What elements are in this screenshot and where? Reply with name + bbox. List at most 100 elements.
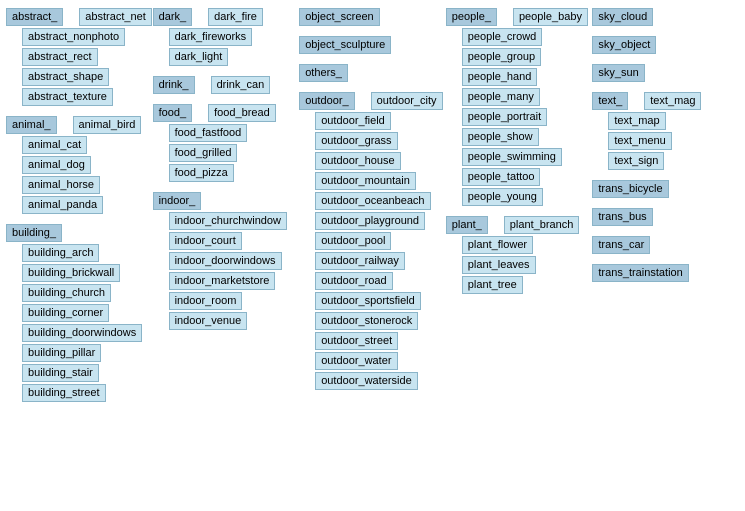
column-col3: object_screen object_sculpture others_outd… xyxy=(299,8,446,410)
parent-item-abstract_[interactable]: abstract_ xyxy=(6,8,63,26)
child-item-animal_dog[interactable]: animal_dog xyxy=(22,156,91,174)
child-item-people_tattoo[interactable]: people_tattoo xyxy=(462,168,541,186)
child-item-text_sign[interactable]: text_sign xyxy=(608,152,664,170)
child-item-dark_fire[interactable]: dark_fire xyxy=(208,8,263,26)
child-item-people_crowd[interactable]: people_crowd xyxy=(462,28,543,46)
group-sky_sun: sky_sun xyxy=(592,64,739,84)
child-item-food_bread[interactable]: food_bread xyxy=(208,104,276,122)
child-item-people_young[interactable]: people_young xyxy=(462,188,543,206)
child-item-plant_leaves[interactable]: plant_leaves xyxy=(462,256,536,274)
parent-item-food_[interactable]: food_ xyxy=(153,104,193,122)
child-item-outdoor_railway[interactable]: outdoor_railway xyxy=(315,252,405,270)
child-item-outdoor_road[interactable]: outdoor_road xyxy=(315,272,392,290)
parent-item-object_sculpture[interactable]: object_sculpture xyxy=(299,36,391,54)
parent-item-trans_car[interactable]: trans_car xyxy=(592,236,650,254)
child-item-people_group[interactable]: people_group xyxy=(462,48,541,66)
group-drink_: drink_ drink_can xyxy=(153,76,300,96)
child-item-outdoor_water[interactable]: outdoor_water xyxy=(315,352,397,370)
child-item-indoor_room[interactable]: indoor_room xyxy=(169,292,243,310)
child-item-abstract_texture[interactable]: abstract_texture xyxy=(22,88,113,106)
child-item-plant_flower[interactable]: plant_flower xyxy=(462,236,533,254)
child-item-food_fastfood[interactable]: food_fastfood xyxy=(169,124,248,142)
parent-item-others_[interactable]: others_ xyxy=(299,64,348,82)
child-item-drink_can[interactable]: drink_can xyxy=(211,76,271,94)
parent-item-people_[interactable]: people_ xyxy=(446,8,497,26)
parent-item-outdoor_[interactable]: outdoor_ xyxy=(299,92,354,110)
child-item-food_pizza[interactable]: food_pizza xyxy=(169,164,234,182)
parent-item-building_[interactable]: building_ xyxy=(6,224,62,242)
parent-item-sky_sun[interactable]: sky_sun xyxy=(592,64,644,82)
child-item-text_menu[interactable]: text_menu xyxy=(608,132,671,150)
parent-item-plant_[interactable]: plant_ xyxy=(446,216,488,234)
child-item-outdoor_house[interactable]: outdoor_house xyxy=(315,152,400,170)
child-item-plant_branch[interactable]: plant_branch xyxy=(504,216,580,234)
child-item-indoor_court[interactable]: indoor_court xyxy=(169,232,242,250)
child-item-outdoor_grass[interactable]: outdoor_grass xyxy=(315,132,397,150)
child-item-building_doorwindows[interactable]: building_doorwindows xyxy=(22,324,142,342)
child-item-animal_cat[interactable]: animal_cat xyxy=(22,136,87,154)
child-item-indoor_marketstore[interactable]: indoor_marketstore xyxy=(169,272,276,290)
child-item-building_corner[interactable]: building_corner xyxy=(22,304,109,322)
child-item-building_arch[interactable]: building_arch xyxy=(22,244,99,262)
child-item-outdoor_playground[interactable]: outdoor_playground xyxy=(315,212,425,230)
child-item-people_hand[interactable]: people_hand xyxy=(462,68,538,86)
child-item-people_many[interactable]: people_many xyxy=(462,88,540,106)
parent-item-sky_cloud[interactable]: sky_cloud xyxy=(592,8,653,26)
child-item-indoor_venue[interactable]: indoor_venue xyxy=(169,312,248,330)
parent-item-indoor_[interactable]: indoor_ xyxy=(153,192,202,210)
child-item-abstract_shape[interactable]: abstract_shape xyxy=(22,68,109,86)
child-item-abstract_nonphoto[interactable]: abstract_nonphoto xyxy=(22,28,125,46)
child-item-outdoor_waterside[interactable]: outdoor_waterside xyxy=(315,372,418,390)
child-item-outdoor_oceanbeach[interactable]: outdoor_oceanbeach xyxy=(315,192,430,210)
group-outdoor_: outdoor_ outdoor_city outdoor_fieldoutdoor… xyxy=(299,92,446,392)
child-item-people_swimming[interactable]: people_swimming xyxy=(462,148,562,166)
parent-item-text_[interactable]: text_ xyxy=(592,92,628,110)
child-item-abstract_net[interactable]: abstract_net xyxy=(79,8,152,26)
child-item-people_portrait[interactable]: people_portrait xyxy=(462,108,547,126)
parent-item-dark_[interactable]: dark_ xyxy=(153,8,193,26)
child-item-outdoor_mountain[interactable]: outdoor_mountain xyxy=(315,172,416,190)
child-item-outdoor_city[interactable]: outdoor_city xyxy=(371,92,443,110)
child-item-food_grilled[interactable]: food_grilled xyxy=(169,144,238,162)
child-item-building_brickwall[interactable]: building_brickwall xyxy=(22,264,120,282)
column-col5: sky_cloudsky_objectsky_suntext_text_magt… xyxy=(592,8,739,410)
parent-item-drink_[interactable]: drink_ xyxy=(153,76,195,94)
parent-item-trans_trainstation[interactable]: trans_trainstation xyxy=(592,264,688,282)
child-item-text_mag[interactable]: text_mag xyxy=(644,92,701,110)
child-item-text_map[interactable]: text_map xyxy=(608,112,665,130)
child-item-building_stair[interactable]: building_stair xyxy=(22,364,99,382)
child-item-outdoor_stonerock[interactable]: outdoor_stonerock xyxy=(315,312,418,330)
child-item-building_church[interactable]: building_church xyxy=(22,284,111,302)
child-item-plant_tree[interactable]: plant_tree xyxy=(462,276,523,294)
group-trans_car: trans_car xyxy=(592,236,739,256)
child-item-dark_light[interactable]: dark_light xyxy=(169,48,229,66)
column-col1: abstract_ abstract_net abstract_nonphotoab… xyxy=(6,8,153,410)
child-item-dark_fireworks[interactable]: dark_fireworks xyxy=(169,28,253,46)
child-item-outdoor_sportsfield[interactable]: outdoor_sportsfield xyxy=(315,292,421,310)
child-item-people_show[interactable]: people_show xyxy=(462,128,539,146)
parent-item-trans_bus[interactable]: trans_bus xyxy=(592,208,652,226)
child-item-building_street[interactable]: building_street xyxy=(22,384,106,402)
child-item-people_baby[interactable]: people_baby xyxy=(513,8,588,26)
child-item-animal_panda[interactable]: animal_panda xyxy=(22,196,103,214)
parent-item-animal_[interactable]: animal_ xyxy=(6,116,57,134)
parent-item-sky_object[interactable]: sky_object xyxy=(592,36,656,54)
group-building_: building_ building_arch building_brickwall… xyxy=(6,224,153,404)
parent-item-trans_bicycle[interactable]: trans_bicycle xyxy=(592,180,668,198)
child-item-indoor_churchwindow[interactable]: indoor_churchwindow xyxy=(169,212,287,230)
child-item-outdoor_field[interactable]: outdoor_field xyxy=(315,112,391,130)
child-item-animal_horse[interactable]: animal_horse xyxy=(22,176,100,194)
parent-item-object_screen[interactable]: object_screen xyxy=(299,8,380,26)
child-item-abstract_rect[interactable]: abstract_rect xyxy=(22,48,98,66)
child-item-outdoor_pool[interactable]: outdoor_pool xyxy=(315,232,391,250)
child-item-building_pillar[interactable]: building_pillar xyxy=(22,344,101,362)
child-item-animal_bird[interactable]: animal_bird xyxy=(73,116,142,134)
child-item-outdoor_street[interactable]: outdoor_street xyxy=(315,332,398,350)
child-item-indoor_doorwindows[interactable]: indoor_doorwindows xyxy=(169,252,282,270)
group-text_: text_ text_mag text_map text_menu text_sign xyxy=(592,92,739,172)
group-object_sculpture: object_sculpture xyxy=(299,36,446,56)
group-object_screen: object_screen xyxy=(299,8,446,28)
group-trans_bus: trans_bus xyxy=(592,208,739,228)
group-abstract_: abstract_ abstract_net abstract_nonphotoab… xyxy=(6,8,153,108)
column-col2: dark_ dark_fire dark_fireworks dark_lightdr… xyxy=(153,8,300,410)
